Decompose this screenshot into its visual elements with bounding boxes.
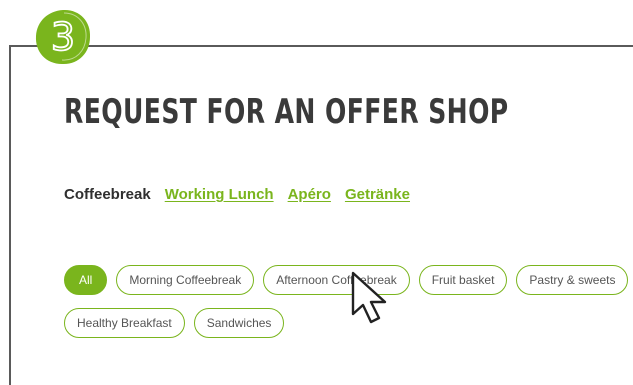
filter-chip-sandwiches[interactable]: Sandwiches <box>193 308 285 338</box>
filter-chip-fruit-basket[interactable]: Fruit basket <box>418 265 508 295</box>
step-number: 3 <box>51 15 75 59</box>
category-nav: Coffeebreak Working Lunch Apéro Getränke <box>64 186 410 203</box>
nav-link-getraenke[interactable]: Getränke <box>345 186 410 203</box>
page-title: Request for an offer Shop <box>64 92 509 132</box>
filter-chips: All Morning Coffeebreak Afternoon Coffee… <box>64 265 633 338</box>
nav-link-apero[interactable]: Apéro <box>288 186 331 203</box>
mouse-pointer-icon <box>350 270 396 331</box>
filter-chip-all[interactable]: All <box>64 265 108 295</box>
filter-chip-healthy-breakfast[interactable]: Healthy Breakfast <box>64 308 185 338</box>
nav-link-working-lunch[interactable]: Working Lunch <box>165 186 274 203</box>
step-circle-icon: 3 <box>35 9 91 65</box>
filter-chip-morning-coffeebreak[interactable]: Morning Coffeebreak <box>116 265 255 295</box>
filter-chip-pastry-sweets[interactable]: Pastry & sweets <box>516 265 629 295</box>
nav-item-coffeebreak[interactable]: Coffeebreak <box>64 186 151 203</box>
step-badge: 3 <box>33 7 93 67</box>
